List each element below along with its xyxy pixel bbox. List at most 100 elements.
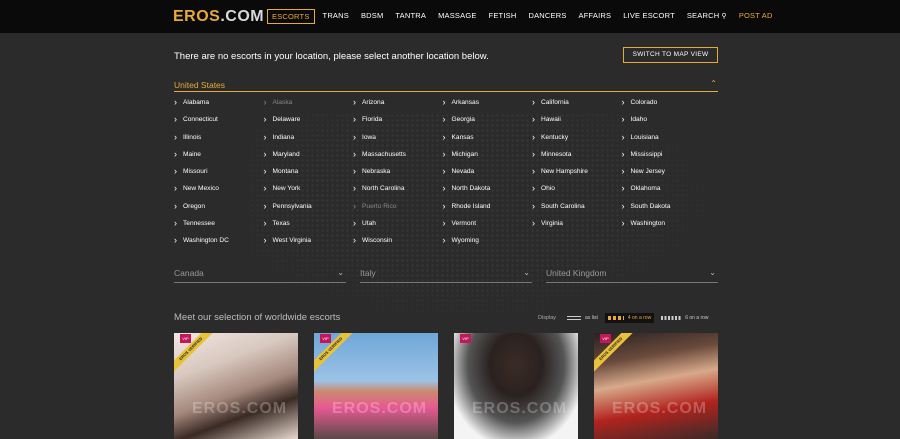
nav-massage[interactable]: MASSAGE (434, 9, 481, 24)
state-link-mississippi[interactable]: Mississippi (622, 149, 712, 168)
state-link-missouri[interactable]: Missouri (174, 166, 264, 185)
country-accordion-header[interactable]: United States ⌃ (174, 79, 718, 92)
state-link-puerto-rico[interactable]: Puerto Rico (353, 201, 443, 220)
state-link-washington[interactable]: Washington (622, 218, 712, 237)
nav-bdsm[interactable]: BDSM (357, 9, 387, 24)
vip-badge: VIP (460, 334, 471, 343)
nav-post-ad[interactable]: POST AD (735, 9, 777, 24)
escort-card[interactable]: VIP EROS.COM (454, 333, 578, 439)
chevron-down-icon: ⌄ (337, 268, 344, 277)
state-link-texas[interactable]: Texas (264, 218, 354, 237)
state-link-oregon[interactable]: Oregon (174, 201, 264, 220)
state-link-massachusetts[interactable]: Massachusetts (353, 149, 443, 168)
state-link-indiana[interactable]: Indiana (264, 132, 354, 151)
state-link-pennsylvania[interactable]: Pennsylvania (264, 201, 354, 220)
switch-to-map-view-button[interactable]: SWITCH TO MAP VIEW (623, 47, 718, 63)
state-link-rhode-island[interactable]: Rhode Island (443, 201, 533, 220)
country-dropdown-italy[interactable]: Italy ⌄ (360, 268, 532, 283)
state-link-north-dakota[interactable]: North Dakota (443, 183, 533, 202)
state-link-florida[interactable]: Florida (353, 114, 443, 133)
nav-affairs[interactable]: AFFAIRS (575, 9, 616, 24)
state-link-new-york[interactable]: New York (264, 183, 354, 202)
state-link-maine[interactable]: Maine (174, 149, 264, 168)
watermark: EROS.COM (472, 400, 568, 417)
state-link-west-virginia[interactable]: West Virginia (264, 235, 354, 254)
eros-logo[interactable]: EROS.COM (173, 8, 264, 26)
vip-badge-container: VIP (454, 333, 494, 373)
state-link-montana[interactable]: Montana (264, 166, 354, 185)
state-link-kentucky[interactable]: Kentucky (532, 132, 622, 151)
state-link-vermont[interactable]: Vermont (443, 218, 533, 237)
nav-escorts[interactable]: ESCORTS (267, 9, 315, 24)
state-link-louisiana[interactable]: Louisiana (622, 132, 712, 151)
state-link-washington-dc[interactable]: Washington DC (174, 235, 264, 254)
country-dropdown-united-kingdom[interactable]: United Kingdom ⌄ (546, 268, 718, 283)
state-link-virginia[interactable]: Virginia (532, 218, 622, 237)
display-option-label: 4 on a row (627, 315, 652, 321)
display-4-on-row-button[interactable]: 4 on a row (604, 313, 655, 323)
state-link-wisconsin[interactable]: Wisconsin (353, 235, 443, 254)
verified-badge: EROS VERIFIED VIP (594, 333, 634, 373)
logo-suffix: .COM (220, 8, 265, 25)
chevron-up-icon: ⌃ (710, 79, 717, 88)
state-link-north-carolina[interactable]: North Carolina (353, 183, 443, 202)
state-link-alabama[interactable]: Alabama (174, 97, 264, 116)
display-option-label: 6 on a row (685, 315, 709, 321)
state-link-utah[interactable]: Utah (353, 218, 443, 237)
state-link-iowa[interactable]: Iowa (353, 132, 443, 151)
state-link-idaho[interactable]: Idaho (622, 114, 712, 133)
state-link-ohio[interactable]: Ohio (532, 183, 622, 202)
state-link-illinois[interactable]: Illinois (174, 132, 264, 151)
state-link-michigan[interactable]: Michigan (443, 149, 533, 168)
display-option-label: as list (585, 315, 598, 321)
display-6-on-row-button[interactable]: 6 on a row (658, 313, 711, 323)
state-link-california[interactable]: California (532, 97, 622, 116)
state-link-alaska[interactable]: Alaska (264, 97, 354, 116)
country-dropdown-canada[interactable]: Canada ⌄ (174, 268, 346, 283)
state-link-south-dakota[interactable]: South Dakota (622, 201, 712, 220)
escort-card[interactable]: EROS VERIFIED VIP EROS.COM (174, 333, 298, 439)
grid-4-icon (607, 316, 624, 320)
state-link-minnesota[interactable]: Minnesota (532, 149, 622, 168)
state-link-new-jersey[interactable]: New Jersey (622, 166, 712, 185)
nav-search[interactable]: SEARCH ⚲ (683, 9, 731, 24)
display-as-list-button[interactable]: as list (564, 313, 601, 323)
state-link-new-mexico[interactable]: New Mexico (174, 183, 264, 202)
escort-card[interactable]: EROS VERIFIED VIP EROS.COM (314, 333, 438, 439)
state-link-tennessee[interactable]: Tennessee (174, 218, 264, 237)
no-location-message: There are no escorts in your location, p… (174, 51, 489, 62)
escort-card[interactable]: EROS VERIFIED VIP EROS.COM (594, 333, 718, 439)
chevron-down-icon: ⌄ (709, 268, 716, 277)
state-link-colorado[interactable]: Colorado (622, 97, 712, 116)
chevron-down-icon: ⌄ (523, 268, 530, 277)
nav-trans[interactable]: TRANS (319, 9, 353, 24)
main-nav: ESCORTS TRANS BDSM TANTRA MASSAGE FETISH DANCE… (267, 9, 781, 24)
state-link-oklahoma[interactable]: Oklahoma (622, 183, 712, 202)
state-link-arizona[interactable]: Arizona (353, 97, 443, 116)
dropdown-label: United Kingdom (546, 268, 607, 278)
state-link-wyoming[interactable]: Wyoming (443, 235, 533, 254)
watermark: EROS.COM (192, 400, 288, 417)
nav-dancers[interactable]: DANCERS (524, 9, 570, 24)
top-navigation-bar: EROS.COM ESCORTS TRANS BDSM TANTRA MASSAGE FE… (0, 0, 900, 33)
state-link-arkansas[interactable]: Arkansas (443, 97, 533, 116)
state-link-nebraska[interactable]: Nebraska (353, 166, 443, 185)
vip-badge: VIP (180, 334, 191, 343)
state-link-kansas[interactable]: Kansas (443, 132, 533, 151)
vip-badge: VIP (600, 334, 611, 343)
state-link-connecticut[interactable]: Connecticut (174, 114, 264, 133)
state-link-nevada[interactable]: Nevada (443, 166, 533, 185)
vip-badge: VIP (320, 334, 331, 343)
nav-fetish[interactable]: FETISH (485, 9, 521, 24)
state-link-georgia[interactable]: Georgia (443, 114, 533, 133)
logo-main: EROS (173, 8, 221, 25)
state-link-new-hampshire[interactable]: New Hampshire (532, 166, 622, 185)
verified-badge: EROS VERIFIED VIP (174, 333, 214, 373)
nav-live-escort[interactable]: LIVE ESCORT (619, 9, 679, 24)
nav-tantra[interactable]: TANTRA (391, 9, 430, 24)
state-link-south-carolina[interactable]: South Carolina (532, 201, 622, 220)
state-link-hawaii[interactable]: Hawaii (532, 114, 622, 133)
state-link-delaware[interactable]: Delaware (264, 114, 354, 133)
dropdown-label: Italy (360, 268, 376, 278)
state-link-maryland[interactable]: Maryland (264, 149, 354, 168)
